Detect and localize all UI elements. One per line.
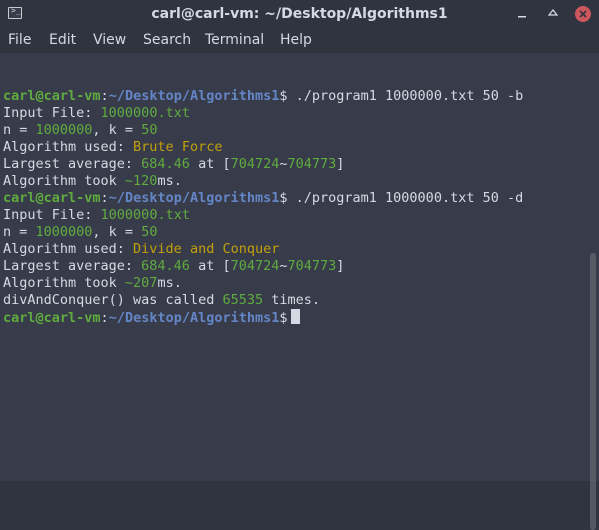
prompt-user: carl@carl-vm bbox=[3, 310, 101, 326]
menu-view[interactable]: View bbox=[93, 32, 126, 48]
average-value: 684.46 bbox=[141, 156, 190, 172]
time-unit: ms. bbox=[157, 173, 182, 189]
calls-label: divAndConquer() was called bbox=[3, 292, 223, 308]
menu-search[interactable]: Search bbox=[143, 32, 191, 48]
range-start: 704724 bbox=[230, 156, 280, 172]
close-button[interactable] bbox=[575, 6, 591, 22]
average-label: Largest average: bbox=[3, 156, 142, 172]
range-open: at [ bbox=[189, 258, 231, 274]
prompt-line: carl@carl-vm:~/Desktop/Algorithms1$ ./pr… bbox=[3, 190, 523, 207]
average-line: Largest average: 684.46 at [704724~70477… bbox=[3, 156, 344, 173]
prompt-symbol: $ bbox=[279, 190, 288, 206]
maximize-icon bbox=[548, 9, 558, 16]
time-value: ~207 bbox=[124, 275, 158, 291]
time-unit: ms. bbox=[157, 275, 182, 291]
range-separator: ~ bbox=[279, 258, 288, 274]
algorithm-label: Algorithm used: bbox=[3, 241, 134, 257]
prompt-separator: : bbox=[100, 88, 109, 104]
average-label: Largest average: bbox=[3, 258, 142, 274]
scrollbar[interactable] bbox=[590, 253, 596, 530]
prompt-separator: : bbox=[100, 190, 109, 206]
menu-help[interactable]: Help bbox=[280, 32, 312, 48]
n-value: 1000000 bbox=[35, 224, 93, 240]
algorithm-line: Algorithm used: Divide and Conquer bbox=[3, 241, 279, 258]
n-label: n = bbox=[3, 224, 36, 240]
range-end: 704773 bbox=[287, 258, 337, 274]
input-file-label: Input File: bbox=[3, 207, 101, 223]
input-file-line: Input File: 1000000.txt bbox=[3, 207, 190, 224]
minimize-button[interactable] bbox=[512, 4, 532, 24]
prompt-symbol: $ bbox=[279, 88, 288, 104]
range-close: ] bbox=[336, 258, 345, 274]
algorithm-label: Algorithm used: bbox=[3, 139, 134, 155]
input-file-value: 1000000.txt bbox=[100, 207, 190, 223]
command-text: ./program1 1000000.txt 50 -d bbox=[287, 190, 524, 206]
close-icon bbox=[579, 10, 587, 18]
title-bar: >_ carl@carl-vm: ~/Desktop/Algorithms1 bbox=[0, 0, 599, 29]
terminal-output[interactable]: carl@carl-vm:~/Desktop/Algorithms1$ ./pr… bbox=[0, 53, 599, 530]
k-value: 50 bbox=[141, 122, 158, 138]
algorithm-name: Brute Force bbox=[133, 139, 223, 155]
algorithm-name: Divide and Conquer bbox=[133, 241, 280, 257]
menu-edit[interactable]: Edit bbox=[49, 32, 76, 48]
input-file-label: Input File: bbox=[3, 105, 101, 121]
nk-line: n = 1000000, k = 50 bbox=[3, 224, 157, 241]
prompt-line: carl@carl-vm:~/Desktop/Algorithms1$ bbox=[3, 309, 300, 326]
k-label: , k = bbox=[92, 122, 142, 138]
n-label: n = bbox=[3, 122, 36, 138]
calls-line: divAndConquer() was called 65535 times. bbox=[3, 292, 320, 309]
range-end: 704773 bbox=[287, 156, 337, 172]
time-label: Algorithm took bbox=[3, 275, 125, 291]
minimize-icon bbox=[518, 16, 526, 18]
input-file-value: 1000000.txt bbox=[100, 105, 190, 121]
input-file-line: Input File: 1000000.txt bbox=[3, 105, 190, 122]
k-value: 50 bbox=[141, 224, 158, 240]
nk-line: n = 1000000, k = 50 bbox=[3, 122, 157, 139]
range-open: at [ bbox=[189, 156, 231, 172]
range-close: ] bbox=[336, 156, 345, 172]
prompt-separator: : bbox=[100, 310, 109, 326]
prompt-path: ~/Desktop/Algorithms1 bbox=[108, 88, 280, 104]
algorithm-line: Algorithm used: Brute Force bbox=[3, 139, 222, 156]
command-text: ./program1 1000000.txt 50 -b bbox=[287, 88, 524, 104]
range-start: 704724 bbox=[230, 258, 280, 274]
menu-terminal[interactable]: Terminal bbox=[205, 32, 264, 48]
maximize-button[interactable] bbox=[543, 4, 563, 24]
average-value: 684.46 bbox=[141, 258, 190, 274]
prompt-line: carl@carl-vm:~/Desktop/Algorithms1$ ./pr… bbox=[3, 88, 523, 105]
calls-suffix: times. bbox=[263, 292, 320, 308]
window-title: carl@carl-vm: ~/Desktop/Algorithms1 bbox=[151, 6, 448, 22]
prompt-user: carl@carl-vm bbox=[3, 190, 101, 206]
time-value: ~120 bbox=[124, 173, 158, 189]
text-cursor bbox=[290, 309, 300, 324]
k-label: , k = bbox=[92, 224, 142, 240]
prompt-path: ~/Desktop/Algorithms1 bbox=[108, 190, 280, 206]
menu-bar: File Edit View Search Terminal Help bbox=[0, 29, 599, 53]
time-line: Algorithm took ~207ms. bbox=[3, 275, 182, 292]
range-separator: ~ bbox=[279, 156, 288, 172]
prompt-user: carl@carl-vm bbox=[3, 88, 101, 104]
prompt-path: ~/Desktop/Algorithms1 bbox=[108, 310, 280, 326]
average-line: Largest average: 684.46 at [704724~70477… bbox=[3, 258, 344, 275]
n-value: 1000000 bbox=[35, 122, 93, 138]
time-label: Algorithm took bbox=[3, 173, 125, 189]
menu-file[interactable]: File bbox=[8, 32, 31, 48]
calls-value: 65535 bbox=[222, 292, 264, 308]
time-line: Algorithm took ~120ms. bbox=[3, 173, 182, 190]
prompt-symbol: $ bbox=[279, 310, 288, 326]
